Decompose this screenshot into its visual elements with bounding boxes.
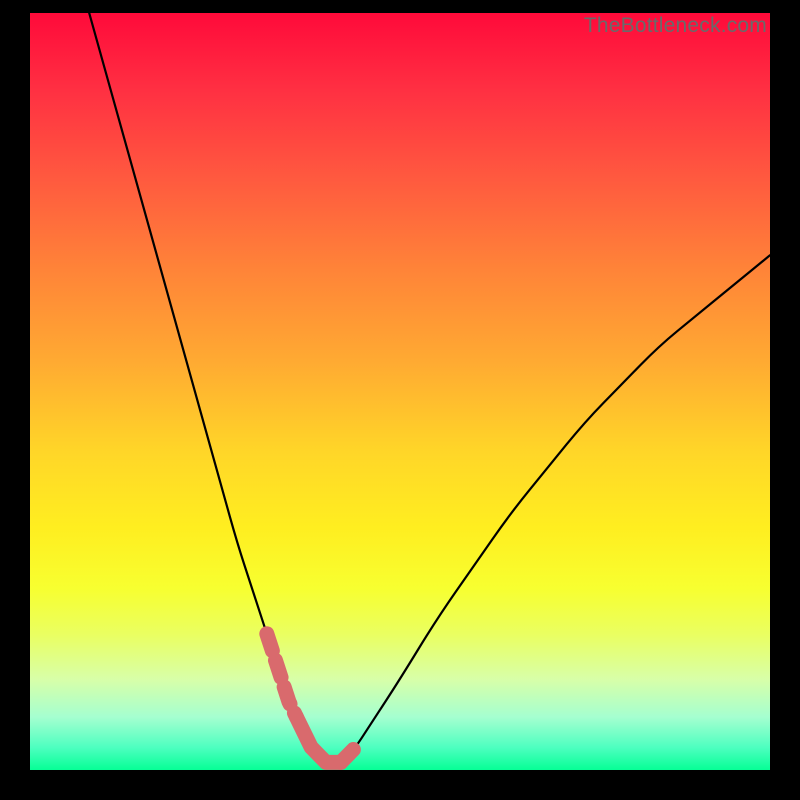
watermark-text: TheBottleneck.com xyxy=(584,14,767,38)
bottleneck-curve-line xyxy=(89,13,770,762)
curve-group xyxy=(89,13,770,762)
chart-plot-area xyxy=(30,13,770,770)
highlight-segment-bottom xyxy=(296,717,340,762)
highlight-segment-left xyxy=(267,634,297,717)
curve-svg xyxy=(30,13,770,770)
highlight-segment-right xyxy=(341,747,356,762)
